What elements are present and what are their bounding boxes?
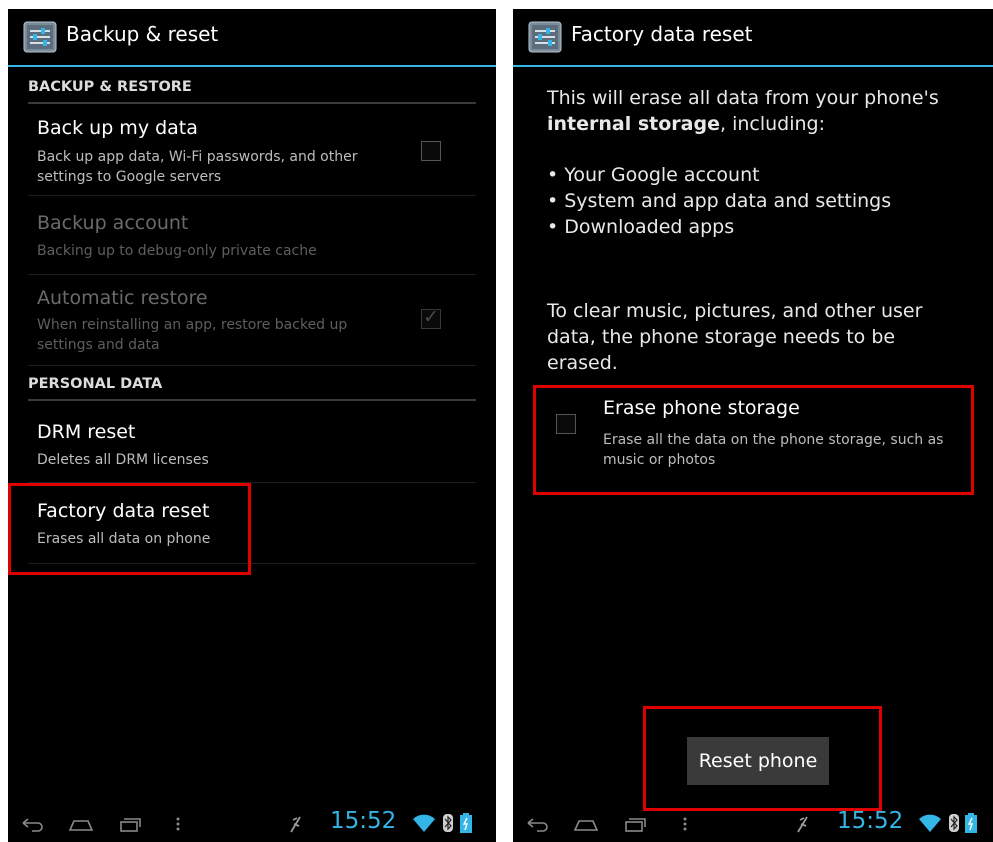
settings-app-icon[interactable]	[528, 21, 562, 53]
data-list: • Your Google account • System and app d…	[547, 162, 891, 240]
item-title: DRM reset	[37, 421, 136, 443]
menu-icon[interactable]	[681, 815, 689, 833]
bluetooth-icon	[443, 814, 453, 832]
menu-icon[interactable]	[174, 815, 182, 833]
backup-my-data-item[interactable]: Back up my data Back up app data, Wi-Fi …	[28, 107, 476, 196]
restore-checkbox: ✓	[421, 306, 441, 329]
item-summary: Backing up to debug-only private cache	[37, 243, 317, 259]
factory-data-reset-item[interactable]: Factory data reset Erases all data on ph…	[28, 483, 476, 564]
back-icon[interactable]	[525, 815, 549, 833]
recents-icon[interactable]	[118, 815, 142, 833]
intro-text: This will erase all data from your phone…	[547, 85, 967, 137]
intro-end: , including:	[719, 113, 825, 135]
navigation-bar: 15:52	[513, 806, 993, 842]
back-icon[interactable]	[20, 815, 44, 833]
usb-debug-icon	[290, 816, 301, 833]
reset-phone-button[interactable]: Reset phone	[687, 737, 829, 785]
usb-debug-icon	[797, 816, 808, 833]
drm-reset-item[interactable]: DRM reset Deletes all DRM licenses	[28, 404, 476, 483]
recents-icon[interactable]	[623, 815, 647, 833]
item-summary: Deletes all DRM licenses	[37, 452, 209, 468]
action-bar: Backup & reset	[8, 9, 496, 67]
page-title: Factory data reset	[571, 22, 753, 46]
item-summary: When reinstalling an app, restore backed…	[37, 317, 348, 353]
navigation-bar: 15:52	[8, 806, 496, 842]
action-bar: Factory data reset	[513, 9, 993, 67]
list-item: • Your Google account	[547, 164, 760, 186]
item-title: Factory data reset	[37, 500, 210, 522]
factory-data-reset-screen: Factory data reset This will erase all d…	[513, 9, 993, 842]
item-summary: Back up app data, Wi-Fi passwords, and o…	[37, 149, 358, 185]
item-title: Automatic restore	[37, 287, 208, 309]
intro-line: This will erase all data from your phone…	[547, 87, 939, 109]
check-icon: ✓	[423, 306, 439, 328]
backup-account-item: Backup account Backing up to debug-only …	[28, 196, 476, 275]
backup-reset-screen: Backup & reset BACKUP & RESTORE Back up …	[8, 9, 496, 842]
home-icon[interactable]	[68, 815, 94, 833]
erase-storage-checkbox[interactable]	[556, 414, 576, 434]
battery-icon	[965, 813, 977, 833]
settings-app-icon[interactable]	[23, 21, 57, 53]
clock: 15:52	[837, 808, 904, 834]
erase-option-title: Erase phone storage	[603, 397, 800, 419]
page-title: Backup & reset	[66, 22, 219, 46]
erase-option-summary: Erase all the data on the phone storage,…	[603, 432, 944, 468]
list-item: • System and app data and settings	[547, 190, 892, 212]
automatic-restore-item: Automatic restore When reinstalling an a…	[28, 275, 476, 366]
wifi-icon	[919, 814, 941, 832]
wifi-icon	[413, 814, 435, 832]
backup-checkbox[interactable]	[421, 141, 441, 161]
item-summary: Erases all data on phone	[37, 531, 211, 547]
clock: 15:52	[330, 808, 397, 834]
clear-storage-text: To clear music, pictures, and other user…	[547, 300, 923, 374]
erase-phone-storage-option[interactable]: Erase phone storage Erase all the data o…	[535, 385, 971, 493]
intro-bold: internal storage	[547, 113, 720, 135]
list-item: • Downloaded apps	[547, 216, 735, 238]
home-icon[interactable]	[573, 815, 599, 833]
item-title: Back up my data	[37, 117, 198, 139]
item-title: Backup account	[37, 212, 189, 234]
section-header-personal-data: PERSONAL DATA	[28, 369, 476, 401]
section-header-backup-restore: BACKUP & RESTORE	[28, 72, 476, 104]
battery-icon	[460, 813, 472, 833]
bluetooth-icon	[949, 814, 959, 832]
